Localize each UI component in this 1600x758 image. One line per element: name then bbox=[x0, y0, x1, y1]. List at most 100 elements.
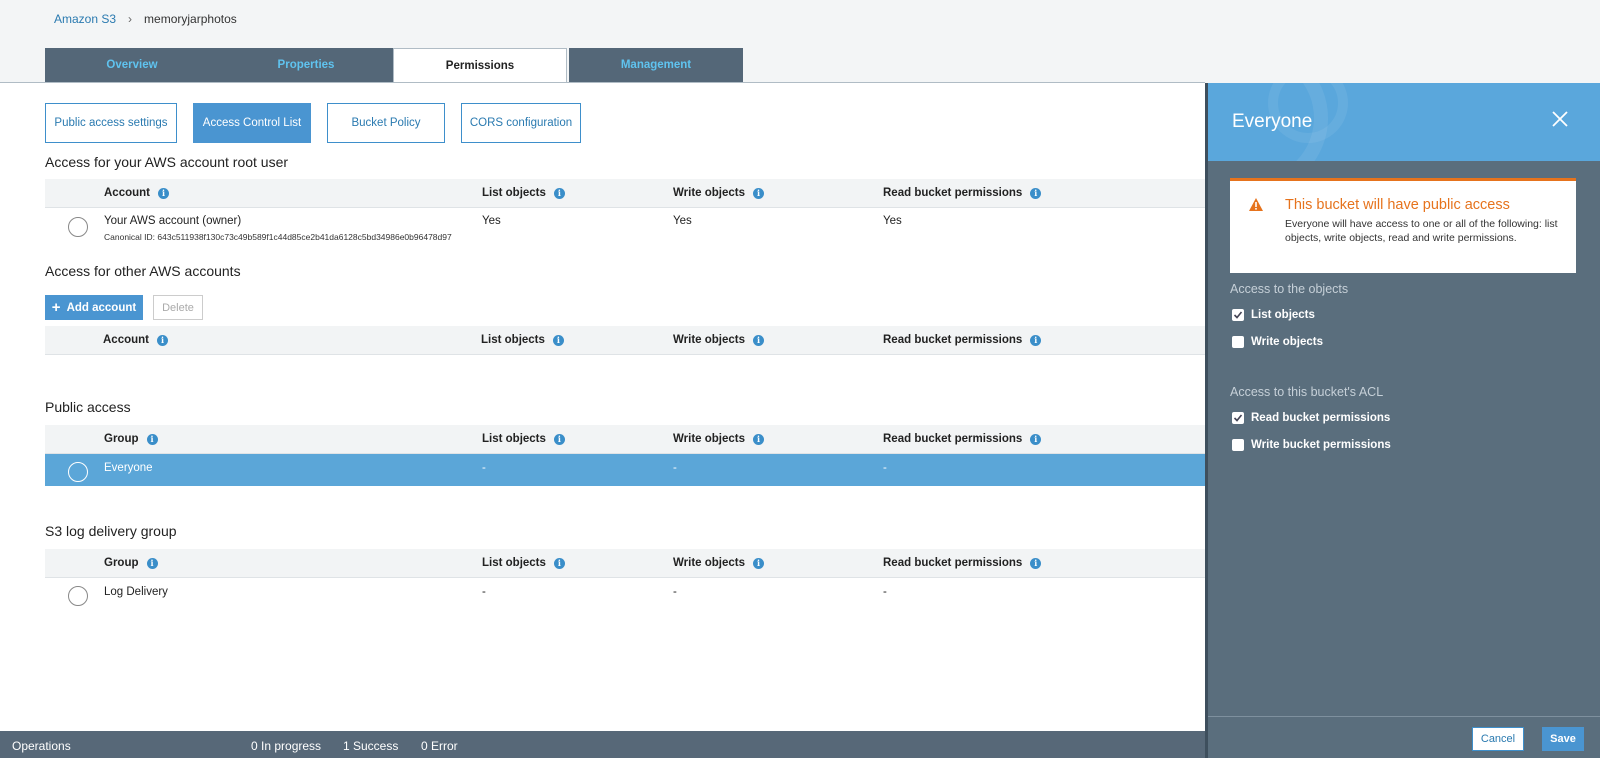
info-icon[interactable]: i bbox=[158, 187, 169, 199]
column-header-read: Read bucket permissions bbox=[883, 557, 1023, 569]
add-account-button[interactable]: + Add account bbox=[45, 295, 143, 320]
panel-header: Everyone bbox=[1208, 83, 1600, 161]
everyone-side-panel: Everyone This bucket will have public ac… bbox=[1205, 83, 1600, 758]
breadcrumb-amazon-s3[interactable]: Amazon S3 bbox=[54, 12, 116, 26]
warning-body: Everyone will have access to one or all … bbox=[1285, 218, 1558, 244]
checkbox-read-bucket-permissions[interactable]: Read bucket permissions bbox=[1232, 412, 1390, 424]
checkbox-unchecked-icon[interactable] bbox=[1232, 336, 1244, 348]
cell-list: - bbox=[482, 586, 486, 598]
section-title-other: Access for other AWS accounts bbox=[45, 263, 241, 279]
cancel-button[interactable]: Cancel bbox=[1472, 727, 1524, 751]
warning-icon bbox=[1249, 198, 1263, 211]
operations-error[interactable]: 0 Error bbox=[421, 739, 458, 753]
column-header-list: List objects bbox=[482, 433, 546, 445]
row-radio[interactable] bbox=[68, 217, 88, 237]
tab-permissions[interactable]: Permissions bbox=[393, 48, 567, 83]
permission-subtabs: Public access settings Access Control Li… bbox=[45, 103, 581, 143]
operations-in-progress[interactable]: 0 In progress bbox=[251, 739, 321, 753]
info-icon[interactable]: i bbox=[753, 187, 764, 199]
info-icon[interactable]: i bbox=[553, 187, 565, 199]
tab-management[interactable]: Management bbox=[569, 48, 743, 82]
breadcrumb: Amazon S3 › memoryjarphotos bbox=[54, 12, 237, 26]
plus-icon: + bbox=[51, 299, 61, 316]
checkbox-label: Write objects bbox=[1251, 336, 1323, 348]
row-radio[interactable] bbox=[68, 462, 88, 482]
chevron-right-icon: › bbox=[128, 12, 133, 26]
cell-write: - bbox=[673, 462, 677, 474]
info-icon[interactable]: i bbox=[552, 334, 564, 346]
table-header-log: Group i List objects i Write objects i Read… bbox=[45, 549, 1205, 578]
column-header-account: Account bbox=[103, 334, 149, 346]
objects-access-label: Access to the objects bbox=[1230, 282, 1349, 296]
checkbox-label: List objects bbox=[1251, 309, 1315, 321]
checkbox-unchecked-icon[interactable] bbox=[1232, 439, 1244, 451]
column-header-account: Account bbox=[104, 187, 150, 199]
table-header-public: Group i List objects i Write objects i Read… bbox=[45, 425, 1205, 454]
permissions-content: Public access settings Access Control Li… bbox=[0, 83, 1205, 731]
cell-write: - bbox=[673, 586, 677, 598]
cell-read: - bbox=[883, 586, 887, 598]
checkbox-write-bucket-permissions[interactable]: Write bucket permissions bbox=[1232, 439, 1391, 451]
panel-title: Everyone bbox=[1232, 111, 1313, 132]
main-tabs: Overview Properties Permissions Manageme… bbox=[45, 48, 743, 83]
column-header-write: Write objects bbox=[673, 433, 745, 445]
info-icon[interactable]: i bbox=[1030, 557, 1042, 569]
cell-read: Yes bbox=[883, 215, 902, 227]
table-header-root: Account i List objects i Write objects i Re… bbox=[45, 179, 1205, 208]
checkbox-checked-icon[interactable] bbox=[1232, 309, 1244, 321]
subtab-access-control-list[interactable]: Access Control List bbox=[193, 103, 311, 143]
checkbox-write-objects[interactable]: Write objects bbox=[1232, 336, 1323, 348]
info-icon[interactable]: i bbox=[146, 433, 158, 445]
table-row-log-delivery[interactable]: Log Delivery - - - bbox=[45, 578, 1205, 610]
tab-properties[interactable]: Properties bbox=[219, 48, 393, 82]
cell-list: Yes bbox=[482, 215, 501, 227]
top-bar: Amazon S3 › memoryjarphotos Overview Pro… bbox=[0, 0, 1600, 83]
info-icon[interactable]: i bbox=[753, 334, 764, 346]
info-icon[interactable]: i bbox=[1030, 187, 1042, 199]
acl-access-label: Access to this bucket's ACL bbox=[1230, 385, 1384, 399]
section-title-root: Access for your AWS account root user bbox=[45, 154, 289, 170]
public-access-warning: This bucket will have public access Ever… bbox=[1230, 178, 1576, 273]
operations-bar[interactable]: Operations 0 In progress 1 Success 0 Err… bbox=[0, 731, 1205, 758]
operations-success[interactable]: 1 Success bbox=[343, 739, 398, 753]
info-icon[interactable]: i bbox=[157, 334, 168, 346]
table-row-everyone[interactable]: Everyone - - - bbox=[45, 454, 1205, 486]
subtab-bucket-policy[interactable]: Bucket Policy bbox=[327, 103, 445, 143]
subtab-public-access-settings[interactable]: Public access settings bbox=[45, 103, 177, 143]
info-icon[interactable]: i bbox=[146, 557, 158, 569]
save-button[interactable]: Save bbox=[1542, 727, 1584, 751]
delete-button[interactable]: Delete bbox=[153, 295, 203, 320]
breadcrumb-bucket: memoryjarphotos bbox=[144, 12, 237, 26]
column-header-list: List objects bbox=[482, 187, 546, 199]
column-header-list: List objects bbox=[482, 557, 546, 569]
cell-write: Yes bbox=[673, 215, 692, 227]
group-name: Log Delivery bbox=[104, 586, 168, 598]
cell-read: - bbox=[883, 462, 887, 474]
column-header-write: Write objects bbox=[673, 187, 745, 199]
column-header-group: Group bbox=[104, 433, 139, 445]
close-icon[interactable] bbox=[1550, 109, 1570, 129]
info-icon[interactable]: i bbox=[553, 557, 565, 569]
checkbox-label: Write bucket permissions bbox=[1251, 439, 1391, 451]
info-icon[interactable]: i bbox=[1030, 334, 1042, 346]
table-header-other: Account i List objects i Write objects i Re… bbox=[45, 326, 1205, 355]
tab-overview[interactable]: Overview bbox=[45, 48, 219, 82]
checkbox-list-objects[interactable]: List objects bbox=[1232, 309, 1315, 321]
add-account-label: Add account bbox=[66, 301, 137, 314]
warning-title: This bucket will have public access bbox=[1285, 197, 1510, 213]
column-header-write: Write objects bbox=[673, 557, 745, 569]
operations-label[interactable]: Operations bbox=[12, 739, 71, 753]
subtab-cors-configuration[interactable]: CORS configuration bbox=[461, 103, 581, 143]
table-row-root[interactable]: Your AWS account (owner) Canonical ID: 6… bbox=[45, 208, 1205, 250]
info-icon[interactable]: i bbox=[753, 433, 764, 445]
column-header-read: Read bucket permissions bbox=[883, 187, 1023, 199]
section-title-public: Public access bbox=[45, 399, 131, 415]
info-icon[interactable]: i bbox=[1030, 433, 1042, 445]
checkbox-checked-icon[interactable] bbox=[1232, 412, 1244, 424]
info-icon[interactable]: i bbox=[553, 433, 565, 445]
info-icon[interactable]: i bbox=[753, 557, 764, 569]
group-name: Everyone bbox=[104, 462, 153, 474]
row-radio[interactable] bbox=[68, 586, 88, 606]
panel-footer: Cancel Save bbox=[1208, 716, 1600, 758]
checkbox-label: Read bucket permissions bbox=[1251, 412, 1391, 424]
